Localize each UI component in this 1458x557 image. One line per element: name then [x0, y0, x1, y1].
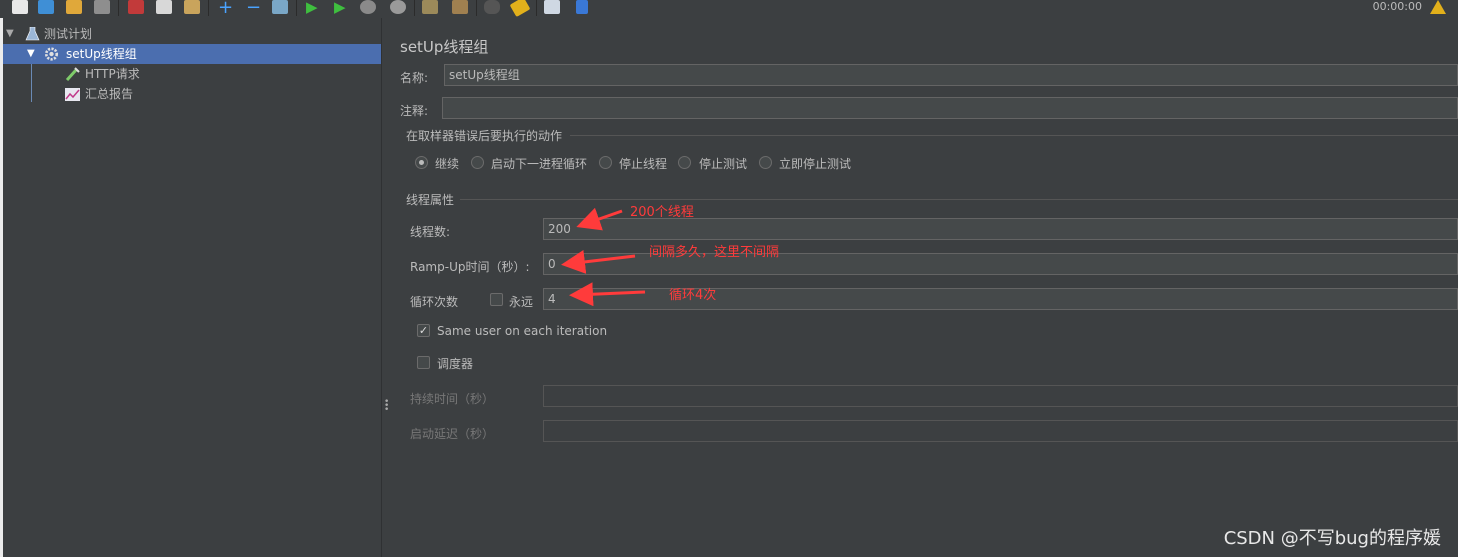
annotation-arrow-loop	[569, 282, 646, 307]
annotation-loop-note: 循环4次	[669, 288, 717, 303]
annotation-threads-note: 200个线程	[630, 205, 694, 220]
csdn-watermark: CSDN @不写bug的程序媛	[1223, 528, 1441, 549]
annotation-rampup-note: 间隔多久，这里不间隔	[649, 245, 780, 260]
annotation-arrows	[561, 207, 646, 307]
annotation-arrow-rampup	[561, 249, 636, 274]
annotation-arrow-threads	[576, 207, 623, 231]
